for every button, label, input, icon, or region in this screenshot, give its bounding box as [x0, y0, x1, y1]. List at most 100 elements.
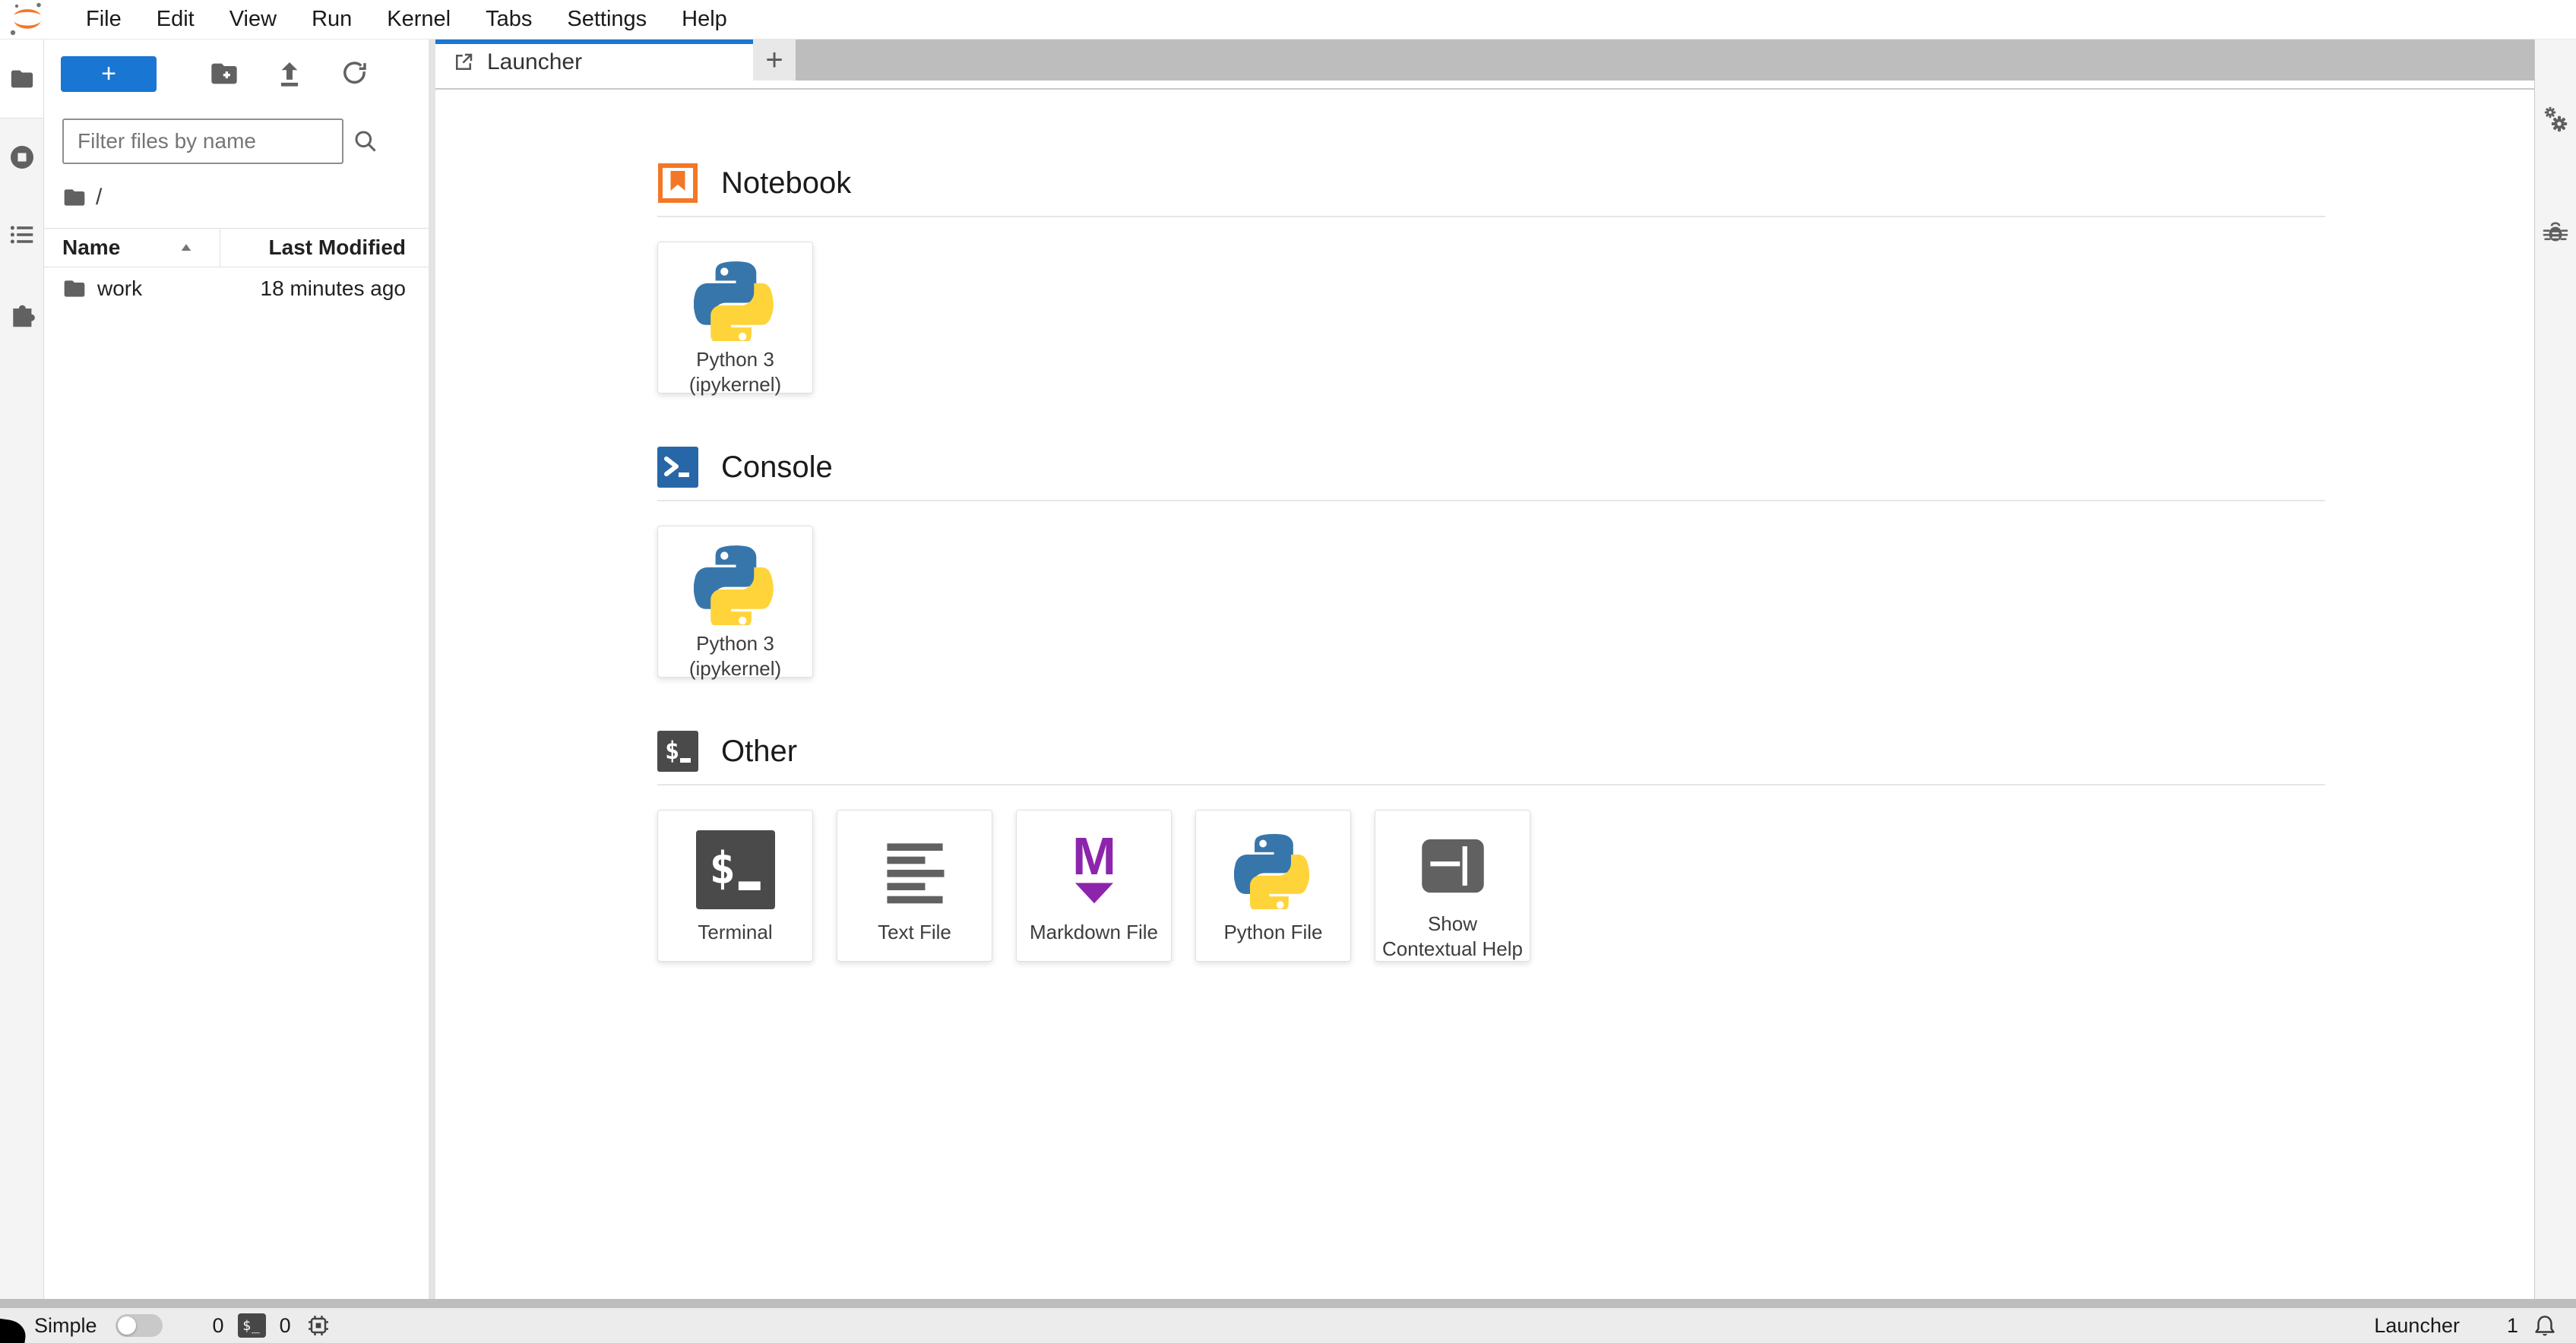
terminal-icon: $	[657, 731, 698, 772]
bug-icon	[2540, 218, 2571, 248]
tab-launcher-label: Launcher	[487, 49, 583, 74]
sidebar-item-extensions[interactable]	[0, 273, 43, 351]
notifications-count: 1	[2506, 1313, 2518, 1337]
launcher-card-notebook-python3[interactable]: Python 3 (ipykernel)	[657, 242, 813, 396]
kernels-count: 0	[279, 1313, 291, 1337]
menu-view[interactable]: View	[212, 7, 294, 32]
running-sessions-status[interactable]: 0 $_ 0	[213, 1312, 332, 1339]
column-header-name[interactable]: Name	[44, 229, 220, 267]
column-header-modified[interactable]: Last Modified	[220, 229, 429, 267]
notebook-icon	[657, 163, 698, 204]
launcher-panel: Notebook Python 3 (ipykernel) Console Py…	[435, 90, 2534, 1299]
folder-icon	[62, 276, 87, 301]
menu-file[interactable]: File	[68, 7, 139, 32]
menu-edit[interactable]: Edit	[139, 7, 212, 32]
section-divider	[657, 500, 2325, 501]
launcher-card-text-file[interactable]: Text File	[837, 810, 992, 962]
sidebar-item-file-browser[interactable]	[0, 40, 43, 118]
current-activity-label[interactable]: Launcher	[2374, 1314, 2460, 1338]
sort-caret-icon	[178, 239, 195, 256]
launcher-section-console: Console Python 3 (ipykernel)	[657, 447, 2325, 680]
section-divider	[657, 784, 2325, 785]
launcher-section-other: $ Other $ Terminal Text File M Markdown …	[657, 731, 2325, 962]
column-name-label: Name	[62, 235, 121, 259]
breadcrumb-root[interactable]: /	[96, 185, 102, 210]
launcher-card-python-file[interactable]: Python File	[1195, 810, 1351, 962]
jupyter-logo-icon	[6, 2, 49, 37]
refresh-icon	[340, 59, 369, 88]
terminal-status-icon: $_	[237, 1313, 266, 1338]
section-title-console: Console	[721, 450, 833, 484]
chip-icon	[305, 1312, 332, 1339]
svg-text:$: $	[665, 736, 679, 765]
menu-settings[interactable]: Settings	[549, 7, 664, 32]
terminals-count: 0	[212, 1313, 224, 1337]
bell-icon[interactable]	[2532, 1313, 2558, 1338]
menu-help[interactable]: Help	[664, 7, 745, 32]
gears-icon	[2540, 104, 2571, 134]
sidebar-item-running-kernels[interactable]	[0, 118, 43, 196]
file-name: work	[97, 276, 143, 300]
running-icon	[8, 144, 36, 171]
contextual-help-icon	[1415, 826, 1491, 905]
jupyterlab-app: File Edit View Run Kernel Tabs Settings …	[0, 0, 2576, 1343]
new-folder-button[interactable]	[207, 57, 241, 90]
file-list-header: Name Last Modified	[44, 228, 429, 267]
sidebar-item-debugger[interactable]	[2535, 191, 2576, 275]
section-divider	[657, 216, 2325, 217]
card-label: Text File	[878, 921, 951, 943]
terminal-icon: $	[695, 826, 775, 914]
launcher-card-show-contextual-help[interactable]: Show Contextual Help	[1375, 810, 1530, 962]
main-dock-panel: Launcher + Notebook Python 3 (ipykernel)…	[435, 40, 2534, 1299]
card-label: Show Contextual Help	[1382, 912, 1523, 960]
new-folder-icon	[209, 58, 239, 89]
file-browser-toolbar: +	[44, 49, 429, 99]
folder-icon	[62, 185, 87, 210]
tab-strip-gap	[435, 81, 2534, 88]
folder-icon	[9, 66, 35, 92]
toggle-knob	[117, 1316, 136, 1335]
upload-icon	[275, 59, 304, 88]
extensions-icon	[7, 297, 37, 327]
filter-files-box	[62, 118, 376, 164]
file-row-work[interactable]: work 18 minutes ago	[44, 267, 429, 310]
status-bar: Simple 0 $_ 0 Launcher 1	[0, 1308, 2576, 1343]
launcher-section-notebook: Notebook Python 3 (ipykernel)	[657, 163, 2325, 396]
right-sidebar	[2534, 40, 2576, 1299]
svg-text:$: $	[709, 842, 736, 893]
launcher-card-terminal[interactable]: $ Terminal	[657, 810, 813, 962]
new-launcher-button[interactable]: +	[61, 55, 157, 92]
card-label: Python File	[1223, 921, 1323, 943]
card-label: Python 3 (ipykernel)	[688, 348, 782, 396]
upload-button[interactable]	[273, 57, 306, 90]
markdown-icon: M	[1055, 826, 1134, 914]
panel-splitter[interactable]	[429, 40, 435, 1299]
python-logo-icon	[693, 258, 777, 341]
breadcrumb[interactable]: /	[62, 182, 429, 213]
launcher-card-console-python3[interactable]: Python 3 (ipykernel)	[657, 526, 813, 680]
launcher-tab-icon	[452, 51, 475, 74]
refresh-button[interactable]	[338, 57, 372, 90]
menu-bar: File Edit View Run Kernel Tabs Settings …	[0, 0, 2576, 40]
filter-files-input[interactable]	[64, 129, 352, 153]
menu-kernel[interactable]: Kernel	[369, 7, 468, 32]
sidebar-item-property-inspector[interactable]	[2535, 77, 2576, 161]
simple-mode-toggle[interactable]	[115, 1314, 163, 1337]
left-sidebar	[0, 40, 44, 1299]
sidebar-item-table-of-contents[interactable]	[0, 196, 43, 273]
toc-icon	[8, 221, 36, 248]
card-label: Terminal	[698, 921, 773, 943]
tab-launcher[interactable]: Launcher	[435, 40, 753, 81]
tab-bar: Launcher +	[435, 40, 2534, 81]
file-browser-panel: + Filter files by name / Name Last Modif…	[44, 40, 429, 1299]
search-icon	[352, 128, 379, 155]
python-logo-icon	[693, 542, 777, 625]
menu-tabs[interactable]: Tabs	[468, 7, 549, 32]
section-title-other: Other	[721, 734, 798, 768]
new-tab-button[interactable]: +	[753, 40, 796, 81]
launcher-card-markdown-file[interactable]: M Markdown File	[1016, 810, 1172, 962]
python-logo-icon	[1233, 826, 1313, 914]
dock-bottom-band	[0, 1299, 2576, 1308]
menu-run[interactable]: Run	[294, 7, 369, 32]
console-icon	[657, 447, 698, 488]
